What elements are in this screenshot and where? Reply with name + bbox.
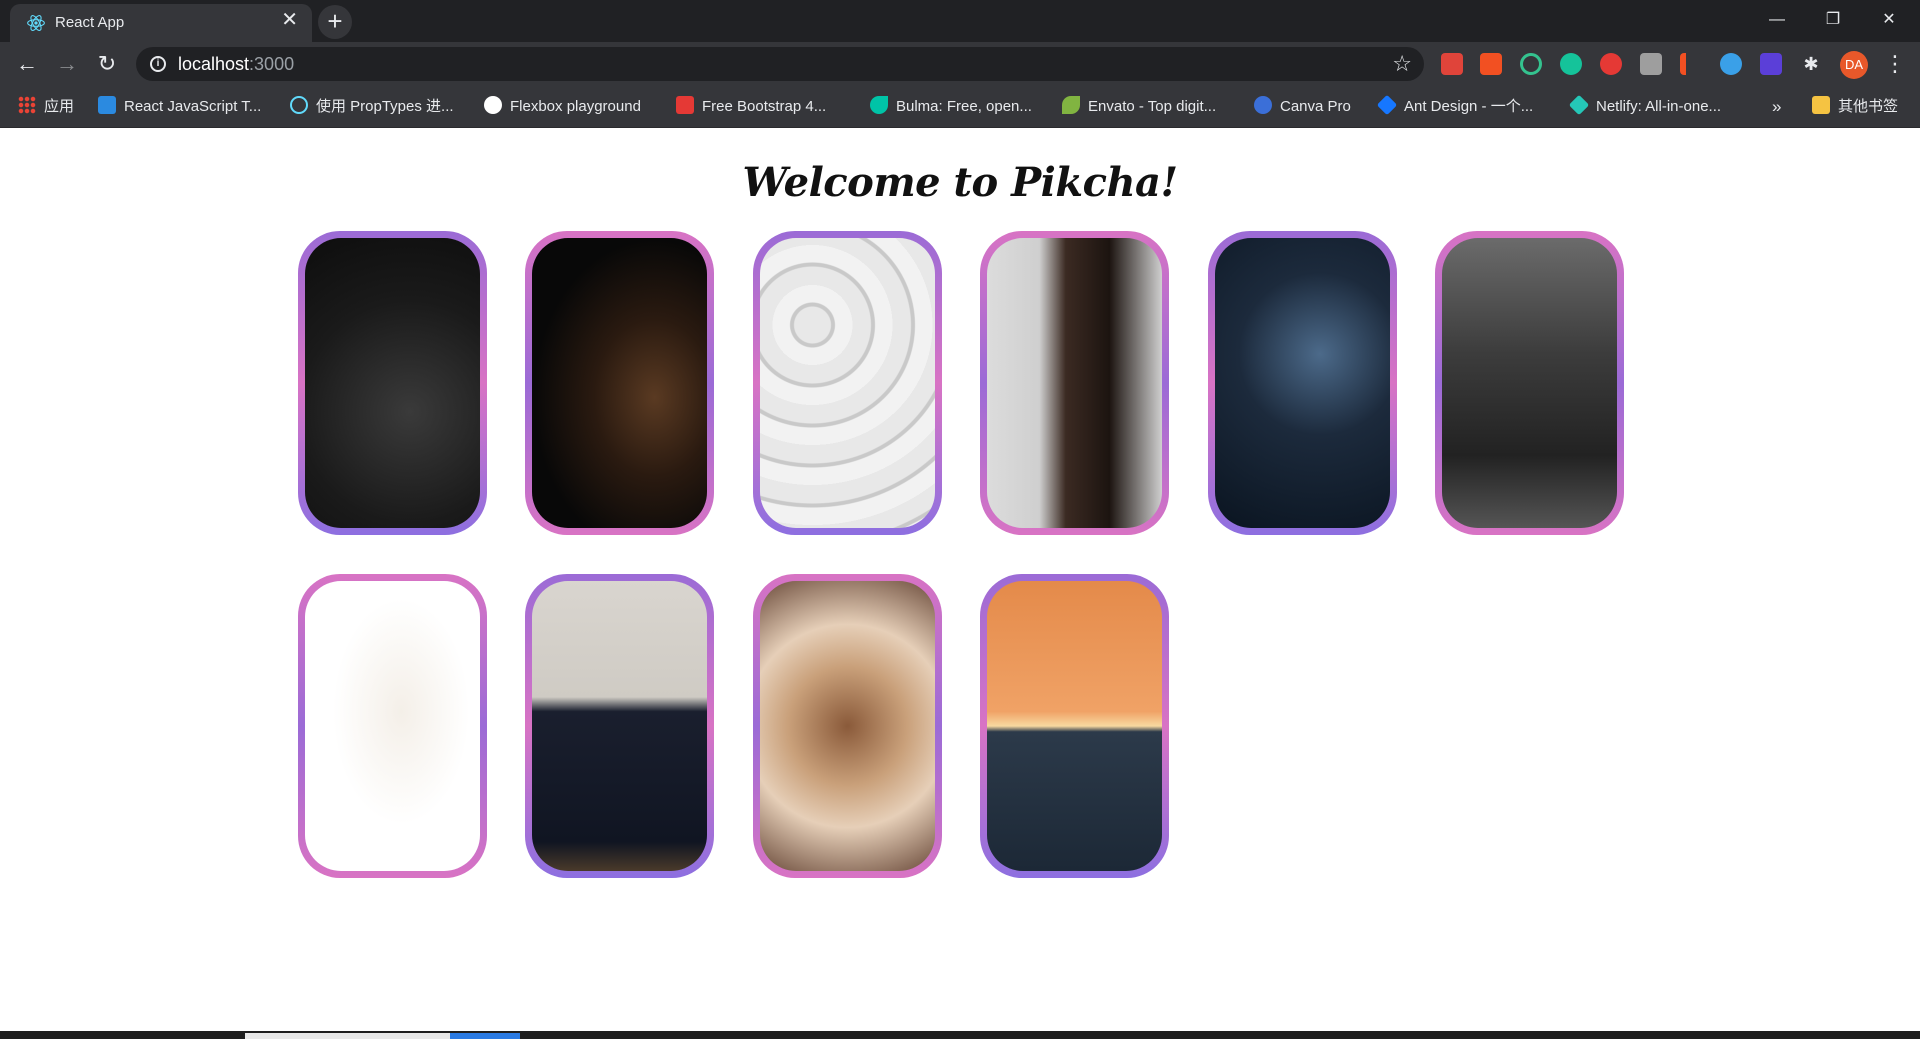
bookmark-envato[interactable]: Envato - Top digit... <box>1062 96 1216 118</box>
image-portrait-man <box>987 238 1162 528</box>
bookmark-apps[interactable]: 应用 <box>18 96 74 118</box>
image-card[interactable] <box>1435 231 1624 535</box>
image-dark-camera-gear <box>305 238 480 528</box>
image-ocean-sunset <box>987 581 1162 871</box>
menu-icon[interactable]: ⋮ <box>1884 51 1906 77</box>
envato-leaf-icon <box>1062 96 1080 114</box>
extension-icon-5[interactable] <box>1600 53 1622 75</box>
canva-icon <box>1254 96 1272 114</box>
bookmark-star-icon[interactable]: ☆ <box>1392 51 1412 77</box>
folder-icon <box>1812 96 1830 114</box>
bookmark-label: 使用 PropTypes 进... <box>316 98 454 115</box>
bulma-icon <box>870 96 888 114</box>
bookmark-canva-pro[interactable]: Canva Pro <box>1254 96 1351 118</box>
extension-icon-3[interactable] <box>1520 53 1542 75</box>
image-silver-ornaments <box>760 238 935 528</box>
bookmark-label: 其他书签 <box>1838 98 1899 115</box>
apps-grid-icon <box>18 96 36 114</box>
url-text: localhost:3000 <box>178 54 294 75</box>
bookmark-other-folder[interactable]: 其他书签 <box>1812 96 1898 118</box>
new-tab-button[interactable]: + <box>318 5 352 39</box>
extension-icon-7[interactable] <box>1680 53 1702 75</box>
bookmark-label: Canva Pro <box>1280 98 1351 115</box>
page-title: Welcome to Pikcha! <box>742 159 1178 206</box>
netlify-icon <box>1568 94 1590 116</box>
info-icon[interactable]: i <box>150 56 166 72</box>
bookmark-label: Envato - Top digit... <box>1088 98 1217 115</box>
taskbar-item[interactable] <box>245 1033 450 1039</box>
react-icon <box>290 96 308 114</box>
bookmark-free-bootstrap[interactable]: Free Bootstrap 4... <box>676 96 826 118</box>
image-card[interactable] <box>980 574 1169 878</box>
address-bar[interactable]: i localhost:3000 ☆ <box>136 47 1424 81</box>
flexbox-icon <box>484 96 502 114</box>
bootstrap-s-icon <box>676 96 694 114</box>
bookmarks-overflow-button[interactable]: » <box>1772 96 1781 118</box>
extension-icon-6[interactable] <box>1640 53 1662 75</box>
bookmark-ant-design[interactable]: Ant Design - 一个... <box>1376 94 1534 118</box>
profile-avatar[interactable]: DA <box>1840 51 1868 79</box>
puzzle-icon[interactable]: ✱ <box>1800 53 1822 75</box>
image-card[interactable] <box>980 231 1169 535</box>
image-card[interactable] <box>298 574 487 878</box>
image-woman-with-mask <box>1442 238 1617 528</box>
bookmark-label: Bulma: Free, open... <box>896 98 1032 115</box>
image-woman-with-dog <box>760 581 935 871</box>
back-button[interactable]: ← <box>12 49 42 79</box>
restore-button[interactable]: ❐ <box>1810 6 1856 34</box>
image-card[interactable] <box>1208 231 1397 535</box>
bookmark-label: 应用 <box>44 98 75 115</box>
bookmark-label: React JavaScript T... <box>124 98 262 115</box>
bookmark-label: Ant Design - 一个... <box>1404 98 1534 115</box>
close-tab-icon[interactable]: ✕ <box>281 10 298 30</box>
bookmark-react-javascript[interactable]: React JavaScript T... <box>98 96 261 118</box>
ant-design-icon <box>1376 94 1398 116</box>
browser-toolbar: ← → ↻ i localhost:3000 ☆ ✱ DA ⋮ <box>0 42 1920 86</box>
bookmark-netlify[interactable]: Netlify: All-in-one... <box>1568 94 1722 118</box>
url-port: :3000 <box>249 54 295 74</box>
image-card[interactable] <box>298 231 487 535</box>
react-icon <box>27 15 45 31</box>
reload-button[interactable]: ↻ <box>92 49 122 79</box>
extension-icon-9[interactable] <box>1760 53 1782 75</box>
taskbar-item-active[interactable] <box>450 1033 520 1039</box>
bookmark-label: Flexbox playground <box>510 98 641 115</box>
bookmark-proptypes[interactable]: 使用 PropTypes 进... <box>290 96 454 118</box>
minimize-button[interactable]: — <box>1754 6 1800 34</box>
bookmark-bulma[interactable]: Bulma: Free, open... <box>870 96 1032 118</box>
close-window-button[interactable]: ✕ <box>1866 6 1912 34</box>
forward-button[interactable]: → <box>52 49 82 79</box>
vscode-icon <box>98 96 116 114</box>
url-host: localhost <box>178 54 250 74</box>
image-card[interactable] <box>753 574 942 878</box>
browser-tab[interactable]: React App ✕ <box>10 4 312 42</box>
browser-title-bar: React App ✕ + — ❐ ✕ <box>0 0 1920 42</box>
bookmark-flexbox-playground[interactable]: Flexbox playground <box>484 96 641 118</box>
page-content: Welcome to Pikcha! <box>0 129 1920 1031</box>
image-pampas-kitchen <box>532 581 707 871</box>
bookmark-label: Free Bootstrap 4... <box>702 98 827 115</box>
tab-title: React App <box>55 14 125 31</box>
image-white-swan <box>305 581 480 871</box>
extension-icon-1[interactable] <box>1441 53 1463 75</box>
image-city-night <box>1215 238 1390 528</box>
extension-icon-2[interactable] <box>1480 53 1502 75</box>
image-card[interactable] <box>525 574 714 878</box>
extension-icon-8[interactable] <box>1720 53 1742 75</box>
bookmark-label: Netlify: All-in-one... <box>1596 98 1722 115</box>
grammarly-icon[interactable] <box>1560 53 1582 75</box>
image-card[interactable] <box>753 231 942 535</box>
bookmarks-bar: 应用 React JavaScript T... 使用 PropTypes 进.… <box>0 86 1920 128</box>
image-person-in-shadow <box>532 238 707 528</box>
image-card[interactable] <box>525 231 714 535</box>
